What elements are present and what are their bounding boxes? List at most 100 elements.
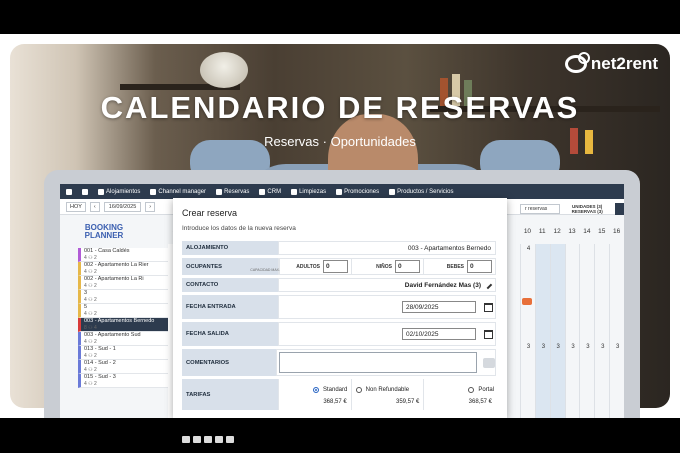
list-item[interactable]: 54 ⚇ 2	[78, 304, 168, 318]
radio-button[interactable]	[468, 387, 475, 393]
create-reservation-modal: Crear reserva Introduce los datos de la …	[173, 198, 507, 418]
nav-channel-manager[interactable]: Channel manager	[150, 188, 206, 195]
ocupantes-label: OCUPANTES CAPACIDAD MAX.	[182, 258, 280, 275]
day-header: ​10 ​11 ​12 ​13 ​14 ​15 ​16	[520, 221, 624, 235]
reservation-marker[interactable]	[522, 298, 532, 305]
day-column[interactable]: 43	[520, 244, 535, 418]
alojamiento-label: ALOJAMIENTO	[182, 241, 278, 255]
brand-logo: net2rent	[564, 52, 658, 74]
fecha-entrada-field: 28/09/2025	[278, 295, 496, 319]
video-icon[interactable]	[204, 436, 212, 443]
day-label: ​16	[612, 228, 621, 235]
day-column[interactable]: 3	[534, 244, 550, 418]
day-column[interactable]: 3	[609, 244, 624, 418]
calendar-filters: r reservas UNIDADES (3) RESERVAS (3)	[520, 201, 624, 217]
fecha-salida-input[interactable]: 02/10/2025	[402, 328, 476, 340]
nav-crm[interactable]: CRM	[259, 188, 281, 195]
contacto-row: CONTACTO David Fernández Mas (3)	[182, 278, 496, 293]
nav-reservas[interactable]: Reservas	[216, 188, 249, 195]
menu-icon[interactable]	[66, 188, 72, 195]
list-item[interactable]: 015 - Sud - 34 ⚇ 2	[78, 374, 168, 388]
comment-icon[interactable]	[483, 357, 495, 368]
list-item[interactable]: 001 - Casa Caldés 4 ⚇ 2	[78, 248, 168, 262]
calendar-icon[interactable]	[484, 302, 493, 312]
pencil-icon[interactable]	[483, 280, 493, 290]
alojamiento-select[interactable]: 003 - Apartamentos Bernedo	[278, 241, 496, 255]
fecha-salida-row: FECHA SALIDA 02/10/2025	[182, 322, 496, 347]
tarifa-non-refundable[interactable]: Non Refundable 359,57 €	[350, 379, 424, 410]
radio-button[interactable]	[355, 387, 362, 393]
fecha-entrada-input[interactable]: 28/09/2025	[402, 301, 476, 313]
crm-icon	[259, 188, 266, 195]
list-item[interactable]: 014 - Sud - 24 ⚇ 2	[78, 360, 168, 374]
nav-productos[interactable]: Productos / Servicios	[389, 188, 453, 195]
tarifa-portal[interactable]: Portal 368,57 €	[423, 379, 496, 410]
contacto-field[interactable]: David Fernández Mas (3)	[278, 278, 496, 292]
ninos-group: NIÑOS 0	[351, 259, 423, 274]
logo-icon	[564, 52, 590, 73]
day-label: ​10	[523, 228, 532, 235]
comentarios-textarea[interactable]	[279, 352, 477, 373]
adultos-input[interactable]: 0	[323, 260, 348, 273]
screen-icon[interactable]	[215, 436, 223, 443]
alojamiento-row: ALOJAMIENTO 003 - Apartamentos Bernedo	[182, 241, 496, 256]
radio-button[interactable]	[313, 387, 319, 393]
day-column[interactable]: 3	[549, 244, 565, 418]
list-item[interactable]: 002 - Apartamento La Ri 4 ⚇ 2	[78, 276, 168, 290]
home-icon	[98, 188, 104, 195]
day-column[interactable]: 3	[564, 244, 580, 418]
video-controls	[182, 436, 234, 443]
megaphone-icon	[336, 188, 343, 195]
day-label: ​15	[598, 228, 606, 235]
adultos-group: ADULTOS 0	[279, 259, 351, 274]
lamp	[200, 52, 248, 88]
modal-subtitle: Introduce los datos de la nueva reserva	[182, 225, 296, 232]
list-item[interactable]: 013 - Sud - 14 ⚇ 2	[78, 346, 168, 360]
nav-alojamientos[interactable]: Alojamientos	[98, 188, 140, 195]
camera-icon[interactable]	[193, 436, 201, 443]
today-button[interactable]: HOY	[66, 201, 86, 212]
app-navbar: Alojamientos Channel manager Reservas CR…	[60, 184, 624, 199]
day-label: ​14	[583, 228, 591, 235]
list-item[interactable]: 002 - Apartamento La Rier 4 ⚇ 2	[78, 262, 168, 276]
calendar-icon[interactable]	[484, 329, 493, 339]
modal-title: Crear reserva	[182, 208, 238, 218]
calendar-icon[interactable]	[82, 188, 88, 195]
video-frame: net2rent CALENDARIO DE RESERVAS Reservas…	[0, 0, 680, 453]
booking-planner-logo: BOOKING PLANNER	[84, 223, 124, 240]
units-counter: UNIDADES (3) RESERVAS (3)	[571, 204, 603, 214]
nav-limpiezas[interactable]: Limpiezas	[291, 188, 326, 195]
tarifas-label: TARIFAS	[182, 379, 278, 410]
logo-text: net2rent	[590, 54, 658, 73]
comentarios-row: COMENTARIOS	[182, 349, 496, 377]
day-column[interactable]: 3	[579, 244, 594, 418]
list-item[interactable]: 003 - Apartamento Sud 4 ⚇ 2	[78, 332, 168, 346]
date-field[interactable]: 16/09/2025	[103, 201, 142, 212]
list-item[interactable]: 34 ⚇ 2	[78, 290, 168, 304]
filter-icon[interactable]	[614, 203, 624, 215]
ocupantes-fields: ADULTOS 0 NIÑOS 0 BEBES 0	[278, 258, 496, 275]
day-column[interactable]: 3	[594, 244, 609, 418]
day-label: ​11	[538, 228, 546, 235]
tarifa-standard[interactable]: Standard 368,57 €	[278, 379, 351, 410]
next-button[interactable]: ›	[145, 201, 156, 212]
hero-subtitle: Reservas · Oportunidades	[264, 134, 416, 149]
list-item[interactable]: 003 - Apartamentos Bernedo 8 ⚇ 4	[78, 318, 168, 332]
tarifas-row: TARIFAS Standard 368,57 € Non Refundable…	[182, 379, 496, 411]
bebes-input[interactable]: 0	[467, 260, 492, 273]
video-bottom-bar	[0, 418, 680, 453]
reservations-search[interactable]: r reservas	[520, 204, 560, 214]
drop-icon	[291, 188, 298, 195]
calendar-icon	[216, 188, 223, 195]
ninos-input[interactable]: 0	[395, 260, 420, 273]
settings-icon[interactable]	[226, 436, 234, 443]
fecha-entrada-row: FECHA ENTRADA 28/09/2025	[182, 295, 496, 320]
contacto-label: CONTACTO	[182, 278, 278, 292]
capacity-label: CAPACIDAD MAX.	[250, 268, 280, 272]
comentarios-label: COMENTARIOS	[182, 349, 276, 376]
nav-promociones[interactable]: Promociones	[336, 188, 379, 195]
prev-button[interactable]: ‹	[89, 201, 100, 212]
slide: net2rent CALENDARIO DE RESERVAS Reservas…	[0, 34, 680, 418]
day-label: ​12	[553, 228, 561, 235]
share-icon[interactable]	[182, 436, 190, 443]
